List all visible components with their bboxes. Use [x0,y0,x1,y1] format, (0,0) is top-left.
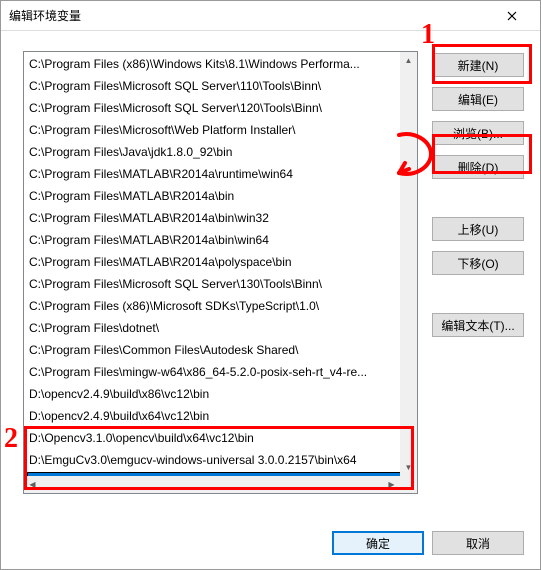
list-item[interactable]: C:\Program Files (x86)\Windows Kits\8.1\… [25,53,416,75]
list-item[interactable]: C:\Program Files\MATLAB\R2014a\bin [25,185,416,207]
cancel-button[interactable]: 取消 [432,531,524,555]
scrollbar-corner [400,476,417,493]
scrollbar-vertical[interactable]: ▲ ▼ [400,52,417,476]
button-column: 新建(N) 编辑(E) 浏览(B)... 删除(D) 上移(U) 下移(O) 编… [432,53,524,347]
window-title: 编辑环境变量 [9,7,492,24]
close-button[interactable] [492,2,532,30]
new-button[interactable]: 新建(N) [432,53,524,77]
list-item[interactable]: C:\Program Files\MATLAB\R2014a\bin\win32 [25,207,416,229]
list-item[interactable]: C:\Program Files\Microsoft\Web Platform … [25,119,416,141]
scroll-right-button[interactable]: ▶ [383,476,400,493]
scrollbar-horizontal[interactable]: ◀ ▶ [24,476,400,493]
moveup-button[interactable]: 上移(U) [432,217,524,241]
movedown-button[interactable]: 下移(O) [432,251,524,275]
list-item[interactable]: C:\Program Files\Microsoft SQL Server\13… [25,273,416,295]
list-item[interactable]: C:\Program Files\Common Files\Autodesk S… [25,339,416,361]
path-list[interactable]: C:\Program Files (x86)\Windows Kits\8.1\… [23,51,418,494]
list-item[interactable]: D:\opencv2.4.9\build\x86\vc12\bin [25,383,416,405]
list-item[interactable]: D:\Opencv3.1.0\opencv\build\x64\vc12\bin [25,427,416,449]
dialog-window: 编辑环境变量 C:\Program Files (x86)\Windows Ki… [0,0,541,570]
list-item[interactable]: C:\Program Files\MATLAB\R2014a\runtime\w… [25,163,416,185]
scroll-up-button[interactable]: ▲ [400,52,417,69]
ok-button[interactable]: 确定 [332,531,424,555]
scroll-down-button[interactable]: ▼ [400,459,417,476]
delete-button[interactable]: 删除(D) [432,155,524,179]
list-item[interactable]: D:\opencv2.4.9\build\x64\vc12\bin [25,405,416,427]
list-item[interactable]: C:\Program Files\MATLAB\R2014a\bin\win64 [25,229,416,251]
edittext-button[interactable]: 编辑文本(T)... [432,313,524,337]
list-item[interactable]: C:\Program Files\dotnet\ [25,317,416,339]
edit-button[interactable]: 编辑(E) [432,87,524,111]
list-item[interactable]: C:\Program Files\Microsoft SQL Server\11… [25,75,416,97]
list-item[interactable]: C:\Program Files\Microsoft SQL Server\12… [25,97,416,119]
list-item[interactable]: C:\Program Files\MATLAB\R2014a\polyspace… [25,251,416,273]
titlebar: 编辑环境变量 [1,1,540,31]
scroll-h-track[interactable] [41,476,383,493]
list-item[interactable]: C:\Program Files (x86)\Microsoft SDKs\Ty… [25,295,416,317]
scroll-v-track[interactable] [400,69,417,459]
browse-button[interactable]: 浏览(B)... [432,121,524,145]
annotation-label-2: 2 [4,423,18,455]
list-item[interactable]: C:\Program Files\Java\jdk1.8.0_92\bin [25,141,416,163]
list-item[interactable]: D:\EmguCv3.0\emgucv-windows-universal 3.… [25,449,416,471]
dialog-footer: 确定 取消 [332,531,524,555]
close-icon [507,11,517,21]
scroll-left-button[interactable]: ◀ [24,476,41,493]
list-item[interactable]: C:\Program Files\mingw-w64\x86_64-5.2.0-… [25,361,416,383]
